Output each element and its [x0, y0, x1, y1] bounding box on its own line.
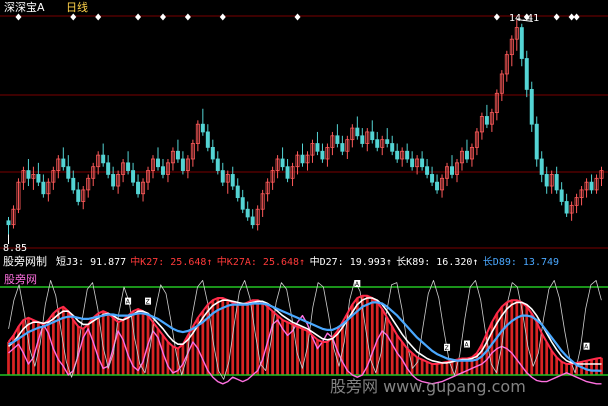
price-grid [0, 15, 608, 249]
candle-body [519, 27, 524, 59]
legend-item: 中K27: 25.648↑ [130, 255, 212, 268]
candle-body [395, 150, 400, 160]
candle-body [589, 181, 594, 191]
candle-body [315, 143, 320, 152]
candle-body [524, 58, 529, 90]
candle-body [175, 150, 180, 160]
candle-body [390, 143, 395, 152]
indicator-title: 股旁网制 [3, 254, 47, 268]
signal-diamond [493, 13, 500, 21]
candle-body [544, 174, 549, 187]
candle-body [320, 150, 325, 160]
candle-body [534, 123, 539, 160]
candle-body [76, 189, 81, 202]
panel-watermark: 股旁网 [4, 272, 37, 286]
legend-item: 长D89: 13.749 [483, 256, 559, 268]
candle-body [126, 162, 131, 171]
candle-body [36, 174, 41, 183]
candle-body [360, 135, 365, 144]
candle-body [554, 174, 559, 191]
indicator-panel: A ZAZ A A [0, 279, 608, 385]
candle-body [41, 181, 46, 195]
candle-body [430, 174, 435, 183]
candle-body [564, 201, 569, 214]
candle-body [205, 131, 210, 148]
candle-body [420, 158, 425, 168]
candlestick-series [6, 18, 604, 244]
candle-body [6, 220, 11, 226]
signal-diamond [184, 13, 191, 21]
legend-item: 短J3: 91.877 [56, 255, 126, 268]
indicator-marker-label: Z [445, 345, 449, 352]
candle-body [450, 166, 455, 175]
candle-body [464, 150, 469, 160]
signal-diamond [159, 13, 166, 21]
signal-markers [15, 13, 580, 21]
candle-body [405, 150, 410, 160]
candle-body [136, 181, 141, 195]
candle-body [370, 131, 375, 141]
candle-body [539, 158, 544, 175]
candle-body [215, 158, 220, 171]
candle-body [285, 166, 290, 179]
candle-body [240, 197, 245, 210]
candle-body [435, 181, 440, 191]
indicator-marker-label: Z [146, 299, 150, 306]
candle-body [230, 174, 235, 187]
signal-diamond [573, 13, 580, 21]
stock-chart-window: AZAZAA 深深宝A 日线 14.41 8.85 股旁网制 短J3: 91.8… [0, 0, 608, 406]
stock-name: 深深宝A [4, 0, 45, 14]
candle-body [250, 216, 255, 226]
candle-body [300, 154, 305, 164]
candle-body [280, 158, 285, 168]
candle-body [425, 166, 430, 175]
signal-diamond [135, 13, 142, 21]
candle-body [155, 158, 160, 168]
candle-body [106, 162, 111, 175]
candle-body [180, 158, 185, 171]
high-price-label: 14.41 [509, 13, 539, 24]
candle-body [235, 185, 240, 199]
candle-body [210, 146, 215, 160]
candle-body [410, 158, 415, 168]
candle-body [131, 170, 136, 183]
period-label: 日线 [66, 0, 88, 14]
candle-body [385, 139, 390, 144]
candle-body [26, 170, 31, 179]
candle-body [111, 174, 116, 187]
candle-body [559, 189, 564, 202]
signal-diamond [219, 13, 226, 21]
signal-diamond [70, 13, 77, 21]
legend-item: 长K89: 16.320↑ [396, 256, 478, 268]
signal-diamond [15, 13, 22, 21]
candle-body [160, 166, 165, 175]
signal-diamond [294, 13, 301, 21]
signal-diamond [95, 13, 102, 21]
candle-body [200, 123, 205, 133]
candle-body [61, 158, 66, 168]
legend-item: 中D27: 19.993↑ [310, 255, 392, 268]
candle-body [101, 154, 106, 164]
candle-body [66, 166, 71, 179]
footer-watermark: 股旁网 www.gupang.com [330, 377, 526, 396]
candle-body [375, 139, 380, 148]
candle-body [355, 127, 360, 137]
candle-body [245, 208, 250, 218]
candle-body [335, 135, 340, 144]
signal-diamond [553, 13, 560, 21]
legend-item: 中K27A: 25.648↑ [217, 255, 305, 268]
candle-body [529, 89, 534, 125]
candle-body [220, 170, 225, 183]
candle-body [484, 116, 489, 125]
indicator-legend: 短J3: 91.877 中K27: 25.648↑ 中K27A: 25.648↑ 中D… [56, 255, 559, 268]
candle-body [71, 177, 76, 191]
candle-body [340, 143, 345, 152]
chart-canvas[interactable]: A ZAZ A A 深深宝A 日线 14.41 8.85 股旁网制 短J3: 91.8… [0, 0, 608, 406]
low-price-label: 8.85 [3, 243, 27, 254]
